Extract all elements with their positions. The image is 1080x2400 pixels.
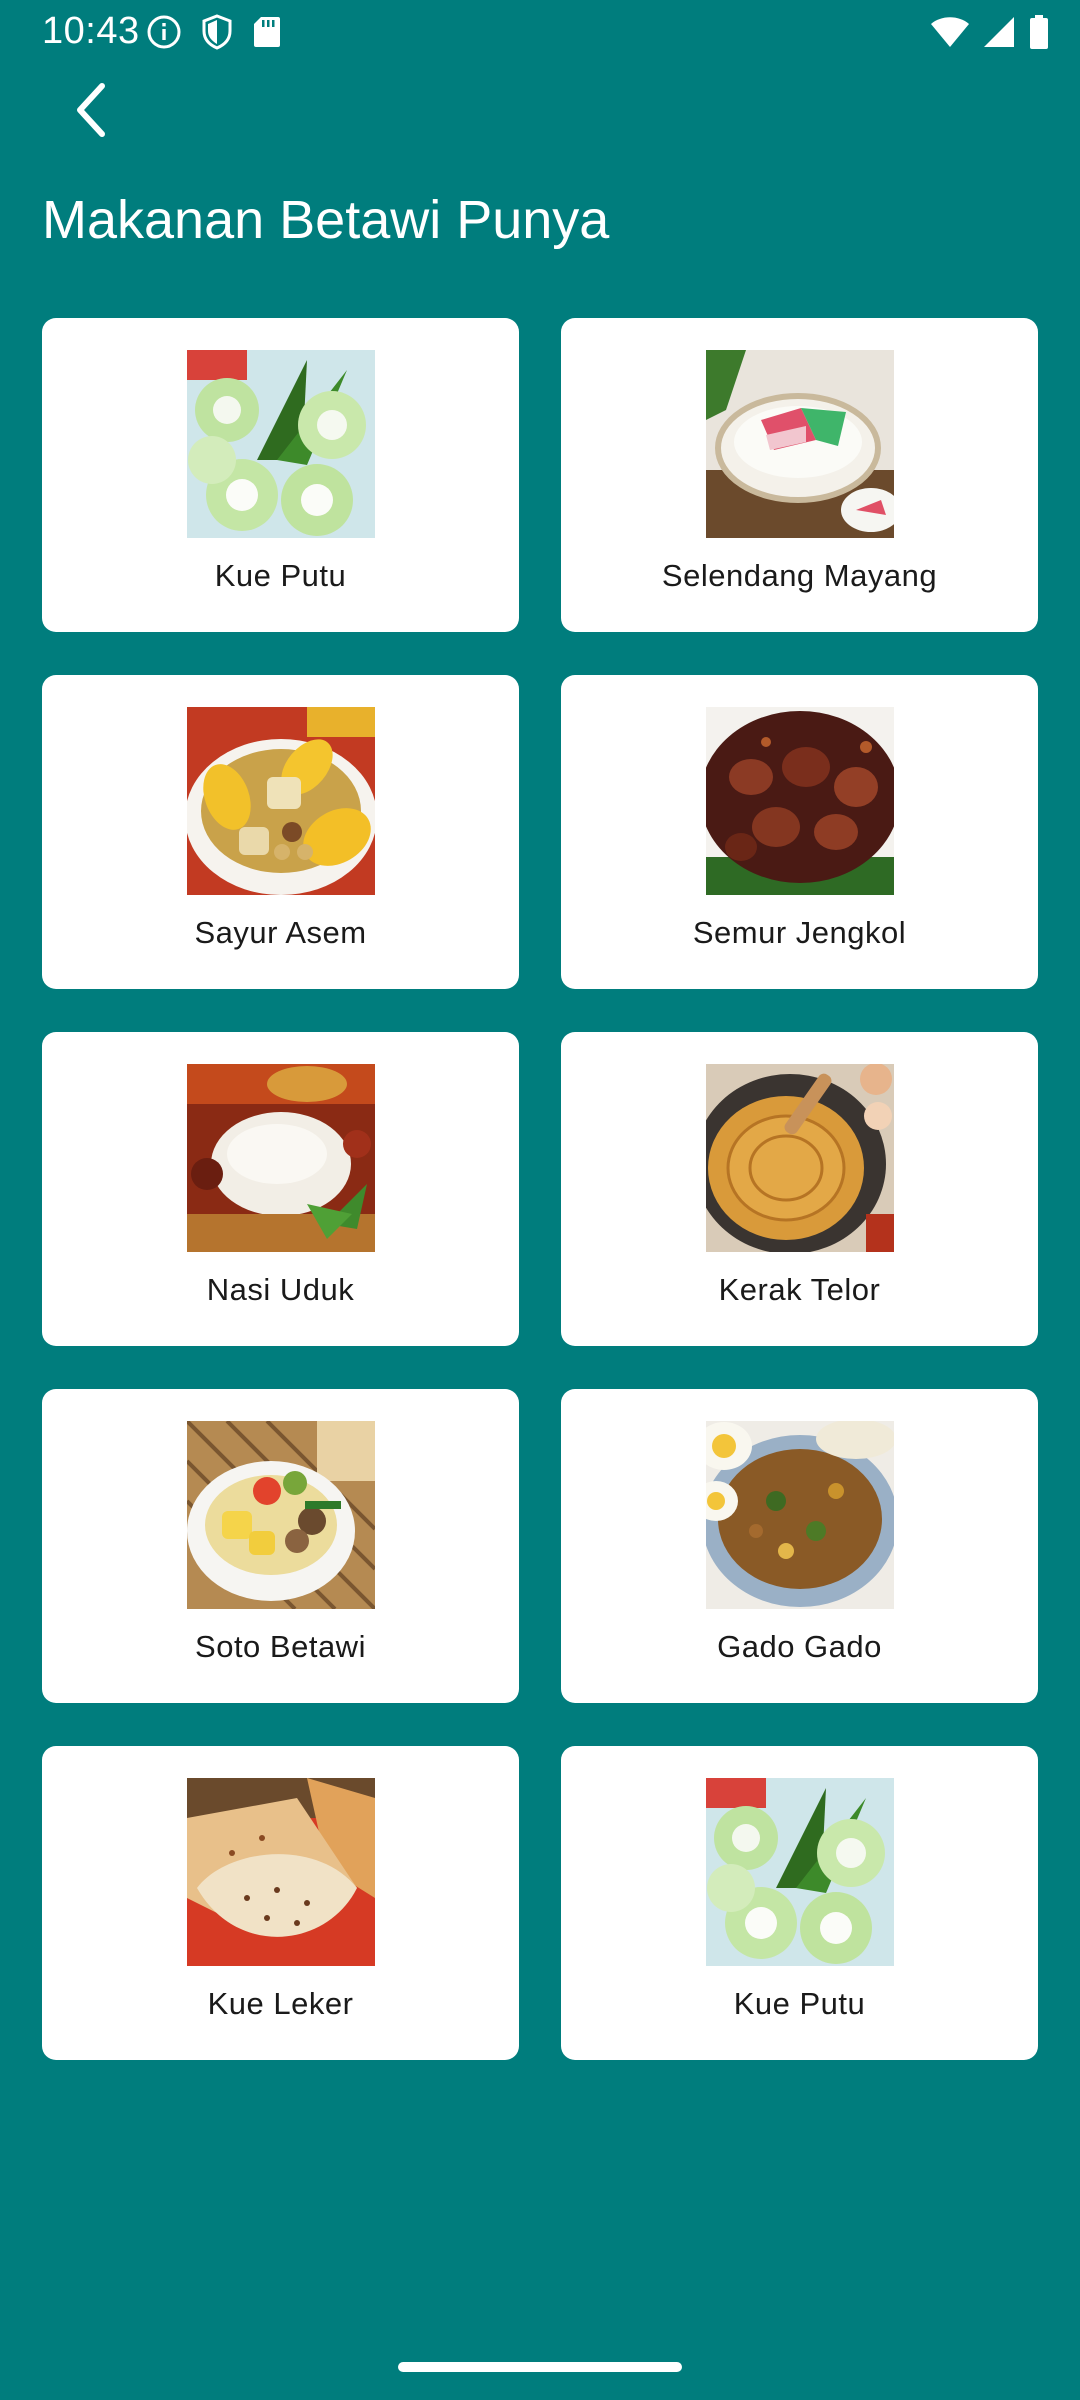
- sayur-asem-image: [187, 707, 375, 895]
- food-card-label: Gado Gado: [717, 1629, 882, 1664]
- food-card-gado-gado[interactable]: Gado Gado: [561, 1389, 1038, 1703]
- kerak-telor-image: [706, 1064, 894, 1252]
- info-icon: [146, 14, 182, 50]
- food-card-kue-putu[interactable]: Kue Putu: [42, 318, 519, 632]
- nasi-uduk-image: [187, 1064, 375, 1252]
- soto-betawi-image: [187, 1421, 375, 1609]
- status-time: 10:43: [42, 10, 140, 52]
- gado-gado-image: [706, 1421, 894, 1609]
- chevron-left-icon: [72, 82, 112, 138]
- kue-leker-image: [187, 1778, 375, 1966]
- food-card-semur-jengkol[interactable]: Semur Jengkol: [561, 675, 1038, 989]
- food-card-kue-putu-2[interactable]: Kue Putu: [561, 1746, 1038, 2060]
- food-card-sayur-asem[interactable]: Sayur Asem: [42, 675, 519, 989]
- food-card-label: Sayur Asem: [194, 915, 367, 950]
- kue-putu-image: [187, 350, 375, 538]
- shield-icon: [200, 14, 234, 50]
- status-right-icons: [930, 12, 1050, 52]
- food-card-label: Kue Putu: [733, 1986, 866, 2021]
- home-indicator[interactable]: [398, 2362, 682, 2372]
- food-card-label: Soto Betawi: [195, 1629, 366, 1664]
- food-card-nasi-uduk[interactable]: Nasi Uduk: [42, 1032, 519, 1346]
- food-card-label: Selendang Mayang: [661, 558, 938, 593]
- back-button[interactable]: [52, 70, 132, 150]
- status-bar: 10:43: [0, 0, 1080, 64]
- wifi-icon: [930, 15, 970, 49]
- food-card-label: Semur Jengkol: [692, 915, 907, 950]
- selendang-mayang-image: [706, 350, 894, 538]
- semur-jengkol-image: [706, 707, 894, 895]
- kue-putu-image: [706, 1778, 894, 1966]
- food-card-label: Kue Putu: [214, 558, 347, 593]
- food-card-label: Kue Leker: [207, 1986, 354, 2021]
- status-left-icons: [146, 12, 282, 52]
- food-card-label: Kerak Telor: [718, 1272, 881, 1307]
- battery-icon: [1028, 14, 1050, 50]
- food-card-selendang-mayang[interactable]: Selendang Mayang: [561, 318, 1038, 632]
- signal-icon: [982, 15, 1016, 49]
- sd-card-icon: [252, 15, 282, 49]
- food-grid: Kue Putu Selendang Mayang Sayur Asem Sem…: [42, 318, 1038, 2060]
- food-card-kue-leker[interactable]: Kue Leker: [42, 1746, 519, 2060]
- food-card-soto-betawi[interactable]: Soto Betawi: [42, 1389, 519, 1703]
- food-card-kerak-telor[interactable]: Kerak Telor: [561, 1032, 1038, 1346]
- page-title: Makanan Betawi Punya: [42, 190, 610, 250]
- food-card-label: Nasi Uduk: [206, 1272, 355, 1307]
